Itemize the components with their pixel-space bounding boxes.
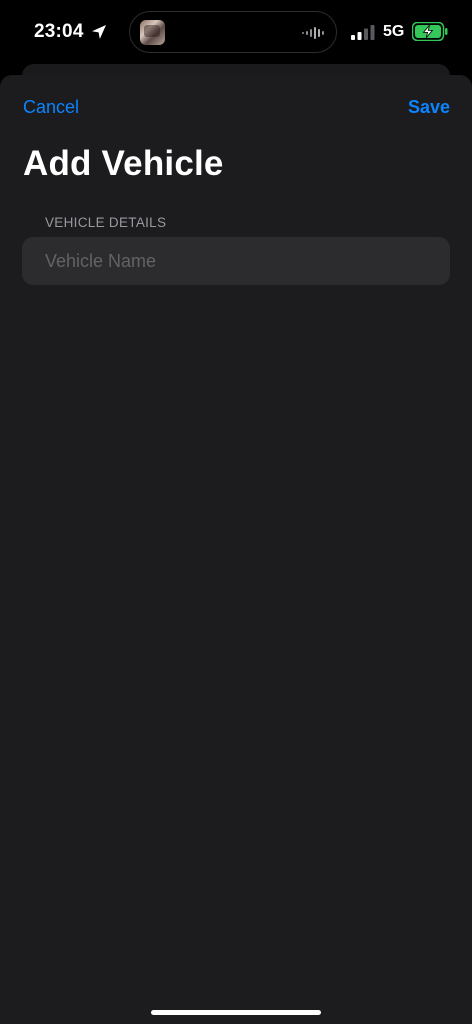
- add-vehicle-sheet: Cancel Save Add Vehicle VEHICLE DETAILS: [0, 75, 472, 1024]
- signal-bars-icon: [351, 25, 375, 40]
- screen: 23:04 5G Cancel Save Add Vehicle VEHICLE…: [0, 0, 472, 1024]
- save-button[interactable]: Save: [408, 95, 450, 119]
- battery-charging-icon: [412, 22, 448, 41]
- waveform-icon: [302, 27, 324, 39]
- cancel-button[interactable]: Cancel: [23, 95, 79, 119]
- page-title: Add Vehicle: [23, 144, 224, 183]
- section-header-vehicle-details: VEHICLE DETAILS: [45, 215, 167, 230]
- album-artwork-icon: [140, 20, 165, 45]
- status-time: 23:04: [34, 21, 84, 42]
- vehicle-details-group: [22, 237, 450, 285]
- status-bar: 23:04 5G: [0, 0, 472, 66]
- vehicle-name-input[interactable]: [22, 237, 450, 285]
- navigation-bar: Cancel Save: [0, 75, 472, 137]
- location-arrow-icon: [92, 25, 106, 39]
- home-indicator[interactable]: [151, 1010, 321, 1015]
- network-label: 5G: [383, 23, 405, 40]
- dynamic-island[interactable]: [129, 11, 337, 53]
